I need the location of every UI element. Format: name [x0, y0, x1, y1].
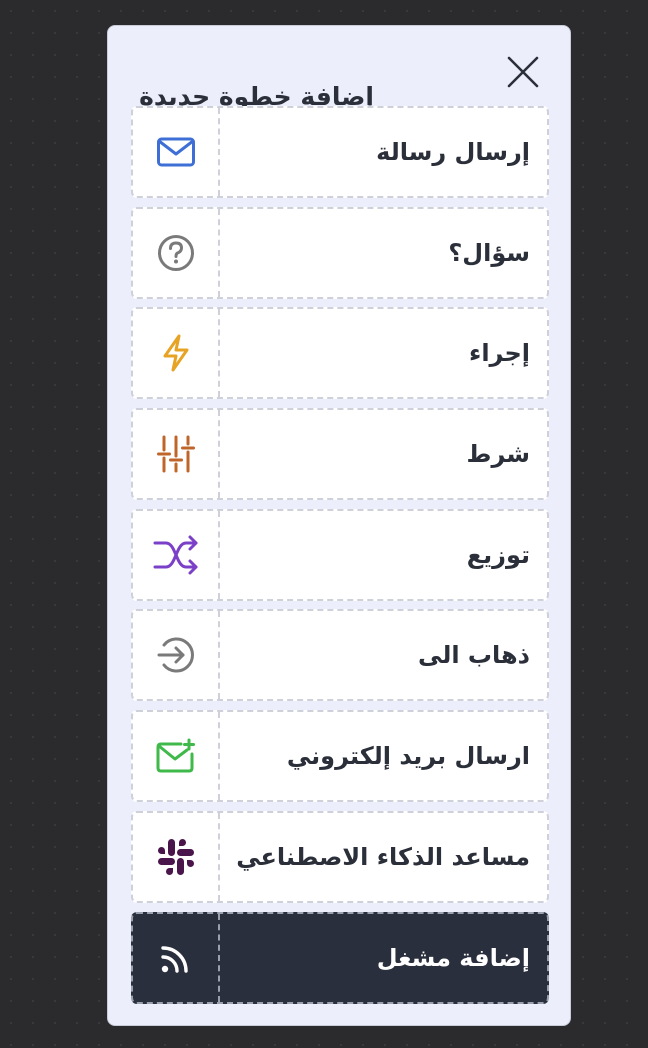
arrow-right-circle-icon	[157, 637, 194, 673]
step-distribute[interactable]: توزيع	[131, 509, 549, 601]
envelope-icon	[156, 137, 195, 167]
add-step-dialog: إضافة خطوة جديدة إرسال رسالة سؤال؟ إجراء…	[107, 25, 571, 1026]
step-label: توزيع	[466, 541, 530, 569]
close-icon	[507, 56, 539, 88]
step-send-email[interactable]: ارسال بريد إلكتروني	[131, 710, 549, 802]
close-button[interactable]	[503, 52, 543, 92]
step-label: إجراء	[469, 339, 530, 367]
step-ai-assistant[interactable]: مساعد الذكاء الاصطناعي	[131, 811, 549, 903]
step-label: إضافة مشغل	[376, 944, 530, 972]
shuffle-icon	[153, 535, 197, 575]
step-send-message[interactable]: إرسال رسالة	[131, 106, 549, 198]
mail-plus-icon	[156, 738, 195, 773]
sliders-icon	[156, 435, 195, 473]
step-condition[interactable]: شرط	[131, 408, 549, 500]
step-question[interactable]: سؤال؟	[131, 207, 549, 299]
step-label: ارسال بريد إلكتروني	[286, 742, 530, 770]
question-circle-icon	[157, 235, 194, 271]
step-label: إرسال رسالة	[376, 138, 530, 166]
step-label: سؤال؟	[448, 239, 530, 267]
step-label: ذهاب الى	[418, 641, 530, 669]
slack-icon	[157, 839, 194, 875]
step-label: مساعد الذكاء الاصطناعي	[236, 843, 530, 871]
rss-icon	[160, 946, 188, 973]
step-add-trigger[interactable]: إضافة مشغل	[131, 912, 549, 1004]
step-go-to[interactable]: ذهاب الى	[131, 609, 549, 701]
step-action[interactable]: إجراء	[131, 307, 549, 399]
step-label: شرط	[466, 440, 530, 468]
lightning-icon	[163, 334, 188, 372]
